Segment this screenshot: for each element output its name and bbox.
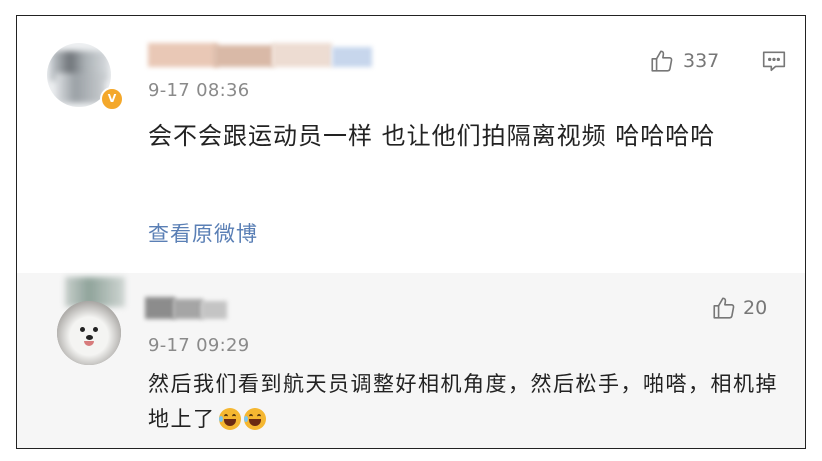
like-button[interactable]: 20	[711, 295, 767, 321]
verified-badge: V	[100, 87, 124, 111]
reply-comment: 9-17 09:29 20 然后我们看到航天员调整好相机角度，然后松手，啪嗒，相…	[17, 273, 805, 448]
timestamp: 9-17 08:36	[148, 80, 250, 101]
reply-button[interactable]	[761, 48, 787, 78]
like-count: 20	[743, 297, 768, 319]
comment-text: 然后我们看到航天员调整好相机角度，然后松手，啪嗒，相机掉地上了	[148, 372, 778, 431]
comment-card: V 9-17 08:36 337 会不会跟运动员一样 也让他们拍隔离视频 哈哈哈…	[16, 15, 806, 449]
like-button[interactable]: 337	[649, 48, 719, 74]
view-original-link[interactable]: 查看原微博	[148, 218, 258, 248]
username-blurred[interactable]	[144, 41, 394, 71]
comment-text: 会不会跟运动员一样 也让他们拍隔离视频 哈哈哈哈	[148, 122, 716, 150]
comment-bubble-icon	[762, 51, 786, 72]
username-blurred[interactable]	[143, 293, 233, 323]
main-comment: V 9-17 08:36 337 会不会跟运动员一样 也让他们拍隔离视频 哈哈哈…	[17, 16, 805, 273]
thumbs-up-icon	[713, 297, 735, 319]
comment-text-block: 然后我们看到航天员调整好相机角度，然后松手，啪嗒，相机掉地上了	[148, 367, 778, 437]
avatar[interactable]	[57, 301, 121, 365]
timestamp: 9-17 09:29	[148, 335, 250, 356]
laughing-crying-emoji	[218, 408, 241, 430]
thumbs-up-icon	[651, 50, 673, 72]
laughing-crying-emoji	[243, 408, 266, 430]
like-count: 337	[683, 50, 720, 72]
